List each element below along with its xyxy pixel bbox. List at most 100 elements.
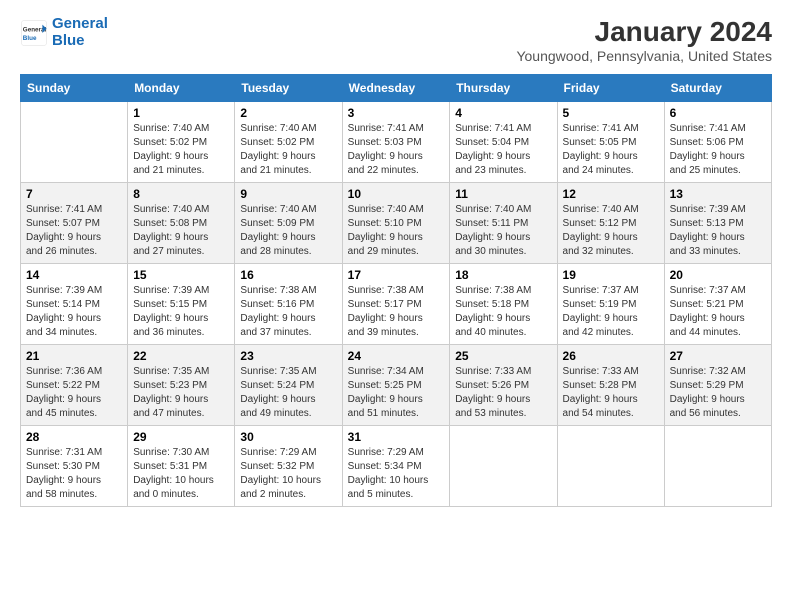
calendar-cell: 16 Sunrise: 7:38 AM Sunset: 5:16 PM Dayli… <box>235 264 342 345</box>
day-number: 13 <box>670 187 766 201</box>
day-info: Sunrise: 7:40 AM Sunset: 5:09 PM Dayligh… <box>240 203 336 259</box>
day-info: Sunrise: 7:36 AM Sunset: 5:22 PM Dayligh… <box>26 365 122 421</box>
day-info: Sunrise: 7:40 AM Sunset: 5:12 PM Dayligh… <box>563 203 659 259</box>
header-day-sunday: Sunday <box>21 75 128 102</box>
header-day-saturday: Saturday <box>664 75 771 102</box>
calendar-cell: 7 Sunrise: 7:41 AM Sunset: 5:07 PM Daylig… <box>21 183 128 264</box>
calendar-cell: 8Sunrise: 7:40 AM Sunset: 5:08 PM Daylig… <box>128 183 235 264</box>
calendar-cell: 6 Sunrise: 7:41 AM Sunset: 5:06 PM Daylig… <box>664 102 771 183</box>
calendar-cell: 13 Sunrise: 7:39 AM Sunset: 5:13 PM Dayli… <box>664 183 771 264</box>
day-number: 11 <box>455 187 551 201</box>
calendar-cell <box>450 426 557 507</box>
day-info: Sunrise: 7:29 AM Sunset: 5:34 PM Dayligh… <box>348 446 445 502</box>
location: Youngwood, Pennsylvania, United States <box>516 48 772 64</box>
day-number: 12 <box>563 187 659 201</box>
day-info: Sunrise: 7:33 AM Sunset: 5:28 PM Dayligh… <box>563 365 659 421</box>
day-number: 17 <box>348 268 445 282</box>
day-number: 25 <box>455 349 551 363</box>
day-info: Sunrise: 7:35 AM Sunset: 5:24 PM Dayligh… <box>240 365 336 421</box>
day-info: Sunrise: 7:34 AM Sunset: 5:25 PM Dayligh… <box>348 365 445 421</box>
day-info: Sunrise: 7:39 AM Sunset: 5:13 PM Dayligh… <box>670 203 766 259</box>
day-info: Sunrise: 7:40 AM Sunset: 5:11 PM Dayligh… <box>455 203 551 259</box>
calendar-cell: 30 Sunrise: 7:29 AM Sunset: 5:32 PM Dayli… <box>235 426 342 507</box>
calendar-cell: 11 Sunrise: 7:40 AM Sunset: 5:11 PM Dayli… <box>450 183 557 264</box>
calendar-cell: 14 Sunrise: 7:39 AM Sunset: 5:14 PM Dayli… <box>21 264 128 345</box>
header-day-tuesday: Tuesday <box>235 75 342 102</box>
calendar-cell: 12 Sunrise: 7:40 AM Sunset: 5:12 PM Dayli… <box>557 183 664 264</box>
header-day-thursday: Thursday <box>450 75 557 102</box>
calendar-cell <box>21 102 128 183</box>
day-number: 21 <box>26 349 122 363</box>
day-info: Sunrise: 7:41 AM Sunset: 5:04 PM Dayligh… <box>455 122 551 178</box>
calendar-week-5: 28 Sunrise: 7:31 AM Sunset: 5:30 PM Dayli… <box>21 426 772 507</box>
day-number: 30 <box>240 430 336 444</box>
day-info: Sunrise: 7:37 AM Sunset: 5:19 PM Dayligh… <box>563 284 659 340</box>
calendar-cell: 31 Sunrise: 7:29 AM Sunset: 5:34 PM Dayli… <box>342 426 450 507</box>
calendar-cell: 2 Sunrise: 7:40 AM Sunset: 5:02 PM Daylig… <box>235 102 342 183</box>
header-day-wednesday: Wednesday <box>342 75 450 102</box>
calendar-cell <box>664 426 771 507</box>
day-number: 24 <box>348 349 445 363</box>
calendar-cell: 10Sunrise: 7:40 AM Sunset: 5:10 PM Dayli… <box>342 183 450 264</box>
day-number: 31 <box>348 430 445 444</box>
calendar-week-1: 1 Sunrise: 7:40 AM Sunset: 5:02 PM Daylig… <box>21 102 772 183</box>
day-number: 28 <box>26 430 122 444</box>
day-number: 3 <box>348 106 445 120</box>
calendar-cell: 21 Sunrise: 7:36 AM Sunset: 5:22 PM Dayli… <box>21 345 128 426</box>
day-number: 8 <box>133 187 229 201</box>
title-area: January 2024 Youngwood, Pennsylvania, Un… <box>516 16 772 64</box>
calendar-cell: 4 Sunrise: 7:41 AM Sunset: 5:04 PM Daylig… <box>450 102 557 183</box>
calendar-week-4: 21 Sunrise: 7:36 AM Sunset: 5:22 PM Dayli… <box>21 345 772 426</box>
day-info: Sunrise: 7:39 AM Sunset: 5:14 PM Dayligh… <box>26 284 122 340</box>
day-number: 9 <box>240 187 336 201</box>
day-number: 29 <box>133 430 229 444</box>
calendar-cell: 9 Sunrise: 7:40 AM Sunset: 5:09 PM Daylig… <box>235 183 342 264</box>
calendar-cell: 18 Sunrise: 7:38 AM Sunset: 5:18 PM Dayli… <box>450 264 557 345</box>
day-info: Sunrise: 7:38 AM Sunset: 5:16 PM Dayligh… <box>240 284 336 340</box>
day-number: 16 <box>240 268 336 282</box>
day-info: Sunrise: 7:33 AM Sunset: 5:26 PM Dayligh… <box>455 365 551 421</box>
day-number: 22 <box>133 349 229 363</box>
logo-text: General Blue <box>52 16 108 49</box>
day-info: Sunrise: 7:32 AM Sunset: 5:29 PM Dayligh… <box>670 365 766 421</box>
day-info: Sunrise: 7:38 AM Sunset: 5:17 PM Dayligh… <box>348 284 445 340</box>
calendar-cell: 1Sunrise: 7:40 AM Sunset: 5:02 PM Daylig… <box>128 102 235 183</box>
day-info: Sunrise: 7:29 AM Sunset: 5:32 PM Dayligh… <box>240 446 336 502</box>
day-number: 20 <box>670 268 766 282</box>
calendar-table: SundayMondayTuesdayWednesdayThursdayFrid… <box>20 74 772 507</box>
logo: General Blue General Blue <box>20 16 108 49</box>
day-info: Sunrise: 7:38 AM Sunset: 5:18 PM Dayligh… <box>455 284 551 340</box>
day-number: 26 <box>563 349 659 363</box>
header-day-friday: Friday <box>557 75 664 102</box>
day-number: 27 <box>670 349 766 363</box>
calendar-cell: 27 Sunrise: 7:32 AM Sunset: 5:29 PM Dayli… <box>664 345 771 426</box>
day-info: Sunrise: 7:41 AM Sunset: 5:06 PM Dayligh… <box>670 122 766 178</box>
day-number: 15 <box>133 268 229 282</box>
day-info: Sunrise: 7:39 AM Sunset: 5:15 PM Dayligh… <box>133 284 229 340</box>
calendar-cell: 28 Sunrise: 7:31 AM Sunset: 5:30 PM Dayli… <box>21 426 128 507</box>
day-info: Sunrise: 7:41 AM Sunset: 5:07 PM Dayligh… <box>26 203 122 259</box>
calendar-body: 1 Sunrise: 7:40 AM Sunset: 5:02 PM Daylig… <box>21 102 772 507</box>
page-header: General Blue General Blue January 2024 Y… <box>20 16 772 64</box>
calendar-cell: 25 Sunrise: 7:33 AM Sunset: 5:26 PM Dayli… <box>450 345 557 426</box>
day-number: 18 <box>455 268 551 282</box>
day-number: 14 <box>26 268 122 282</box>
calendar-header-row: SundayMondayTuesdayWednesdayThursdayFrid… <box>21 75 772 102</box>
day-number: 4 <box>455 106 551 120</box>
calendar-week-2: 7 Sunrise: 7:41 AM Sunset: 5:07 PM Daylig… <box>21 183 772 264</box>
day-number: 7 <box>26 187 122 201</box>
calendar-cell: 22Sunrise: 7:35 AM Sunset: 5:23 PM Dayli… <box>128 345 235 426</box>
calendar-cell: 3Sunrise: 7:41 AM Sunset: 5:03 PM Daylig… <box>342 102 450 183</box>
day-number: 1 <box>133 106 229 120</box>
calendar-cell: 23Sunrise: 7:35 AM Sunset: 5:24 PM Dayli… <box>235 345 342 426</box>
day-number: 6 <box>670 106 766 120</box>
day-number: 2 <box>240 106 336 120</box>
calendar-cell: 24 Sunrise: 7:34 AM Sunset: 5:25 PM Dayli… <box>342 345 450 426</box>
day-info: Sunrise: 7:31 AM Sunset: 5:30 PM Dayligh… <box>26 446 122 502</box>
day-info: Sunrise: 7:30 AM Sunset: 5:31 PM Dayligh… <box>133 446 229 502</box>
day-info: Sunrise: 7:40 AM Sunset: 5:02 PM Dayligh… <box>240 122 336 178</box>
day-info: Sunrise: 7:41 AM Sunset: 5:05 PM Dayligh… <box>563 122 659 178</box>
calendar-cell: 15 Sunrise: 7:39 AM Sunset: 5:15 PM Dayli… <box>128 264 235 345</box>
svg-text:Blue: Blue <box>23 35 37 42</box>
calendar-cell: 26 Sunrise: 7:33 AM Sunset: 5:28 PM Dayli… <box>557 345 664 426</box>
